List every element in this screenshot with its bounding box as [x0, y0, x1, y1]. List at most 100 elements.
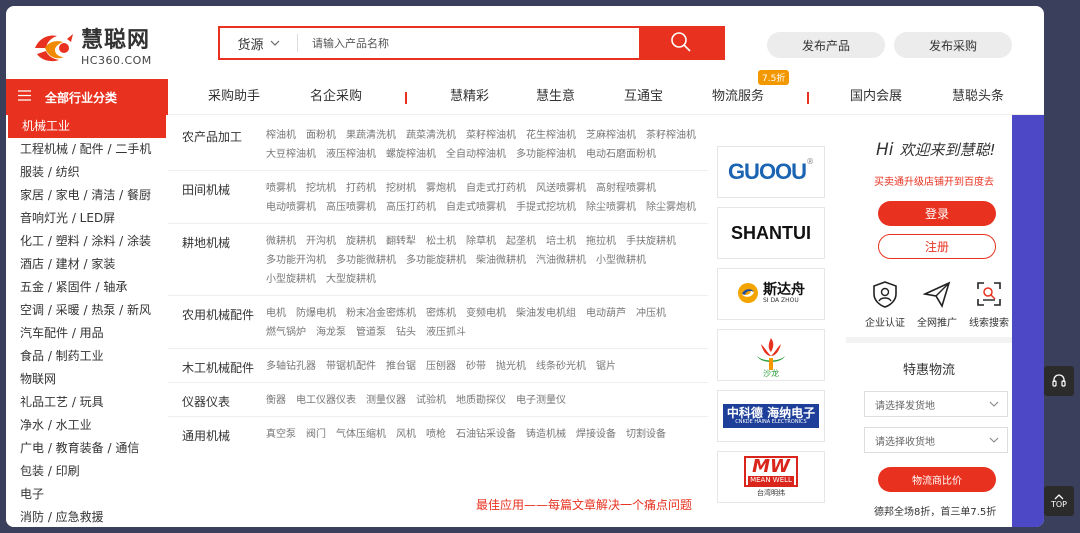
category-link[interactable]: 培土机 — [546, 232, 576, 251]
category-link[interactable]: 密炼机 — [426, 304, 456, 323]
category-link[interactable]: 风机 — [396, 425, 416, 444]
sidebar-item[interactable]: 消防 / 应急救援 — [6, 506, 168, 527]
category-link[interactable]: 手提式挖坑机 — [516, 198, 576, 217]
category-link[interactable]: 拖拉机 — [586, 232, 616, 251]
category-link[interactable]: 电工仪器仪表 — [296, 391, 356, 410]
category-link[interactable]: 电机 — [266, 304, 286, 323]
all-categories-button[interactable]: 全部行业分类 — [6, 79, 168, 115]
category-link[interactable]: 多轴钻孔器 — [266, 357, 316, 376]
category-link[interactable]: 电子测量仪 — [516, 391, 566, 410]
category-link[interactable]: 面粉机 — [306, 126, 336, 145]
category-link[interactable]: 变频电机 — [466, 304, 506, 323]
category-link[interactable]: 自走式喷雾机 — [446, 198, 506, 217]
category-link[interactable]: 电动石磨面粉机 — [586, 145, 656, 164]
search-type-select[interactable]: 货源 — [220, 34, 298, 53]
sidebar-item[interactable]: 工程机械 / 配件 / 二手机 — [6, 138, 168, 161]
category-link[interactable]: 挖坑机 — [306, 179, 336, 198]
sidebar-item[interactable]: 食品 / 制药工业 — [6, 345, 168, 368]
category-link[interactable]: 喷枪 — [426, 425, 446, 444]
category-link[interactable]: 切割设备 — [626, 425, 666, 444]
search-button[interactable] — [639, 28, 723, 58]
category-link[interactable]: 雾炮机 — [426, 179, 456, 198]
category-link[interactable]: 推台锯 — [386, 357, 416, 376]
category-title[interactable]: 木工机械配件 — [168, 357, 266, 376]
sidebar-item[interactable]: 空调 / 采暖 / 热泵 / 新风 — [6, 299, 168, 322]
category-link[interactable]: 大豆榨油机 — [266, 145, 316, 164]
category-link[interactable]: 高压打药机 — [386, 198, 436, 217]
publish-product-button[interactable]: 发布产品 — [767, 32, 885, 58]
category-title[interactable]: 仪器仪表 — [168, 391, 266, 410]
category-link[interactable]: 旋耕机 — [346, 232, 376, 251]
category-link[interactable]: 喷雾机 — [266, 179, 296, 198]
nav-item-exhibitions[interactable]: 国内会展 — [850, 79, 902, 115]
category-link[interactable]: 手扶旋耕机 — [626, 232, 676, 251]
nav-item-hui-shengyi[interactable]: 慧生意 — [536, 79, 575, 115]
category-title[interactable]: 通用机械 — [168, 425, 266, 444]
category-title[interactable]: 农用机械配件 — [168, 304, 266, 342]
category-link[interactable]: 地质勘探仪 — [456, 391, 506, 410]
nav-item-hutongbao[interactable]: 互通宝 — [624, 79, 663, 115]
destination-select[interactable]: 请选择收货地 — [864, 427, 1008, 453]
category-link[interactable]: 真空泵 — [266, 425, 296, 444]
category-link[interactable]: 铸造机械 — [526, 425, 566, 444]
sidebar-item[interactable]: 汽车配件 / 用品 — [6, 322, 168, 345]
category-link[interactable]: 小型旋耕机 — [266, 270, 316, 289]
sidebar-item[interactable]: 服装 / 纺织 — [6, 161, 168, 184]
category-link[interactable]: 翻转犁 — [386, 232, 416, 251]
brand-logo-shantui[interactable]: SHANTUI — [717, 207, 825, 259]
category-link[interactable]: 多功能开沟机 — [266, 251, 326, 270]
login-button[interactable]: 登录 — [878, 201, 996, 226]
back-to-top-button[interactable]: TOP — [1044, 486, 1074, 516]
category-link[interactable]: 大型旋耕机 — [326, 270, 376, 289]
category-link[interactable]: 高射程喷雾机 — [596, 179, 656, 198]
category-link[interactable]: 风送喷雾机 — [536, 179, 586, 198]
category-title[interactable]: 耕地机械 — [168, 232, 266, 289]
category-link[interactable]: 挖树机 — [386, 179, 416, 198]
category-link[interactable]: 微耕机 — [266, 232, 296, 251]
category-link[interactable]: 螺旋榨油机 — [386, 145, 436, 164]
sidebar-item[interactable]: 礼品工艺 / 玩具 — [6, 391, 168, 414]
category-link[interactable]: 茶籽榨油机 — [646, 126, 696, 145]
category-title[interactable]: 田间机械 — [168, 179, 266, 217]
category-link[interactable]: 抛光机 — [496, 357, 526, 376]
brand-logo-shalong[interactable]: 沙龙 — [717, 329, 825, 381]
category-link[interactable]: 松土机 — [426, 232, 456, 251]
category-link[interactable]: 气体压缩机 — [336, 425, 386, 444]
category-link[interactable]: 多功能微耕机 — [336, 251, 396, 270]
category-link[interactable]: 柴油发电机组 — [516, 304, 576, 323]
category-link[interactable]: 电动喷雾机 — [266, 198, 316, 217]
category-link[interactable]: 开沟机 — [306, 232, 336, 251]
sidebar-item[interactable]: 化工 / 塑料 / 涂料 / 涂装 — [6, 230, 168, 253]
category-link[interactable]: 液压榨油机 — [326, 145, 376, 164]
category-link[interactable]: 果蔬清洗机 — [346, 126, 396, 145]
category-link[interactable]: 线条砂光机 — [536, 357, 586, 376]
brand-logo-guoou[interactable]: GUOOU ® — [717, 146, 825, 198]
brand-logo-sidazhou[interactable]: 斯达舟 SI DA ZHOU — [717, 268, 825, 320]
register-button[interactable]: 注册 — [878, 234, 996, 259]
category-link[interactable]: 打药机 — [346, 179, 376, 198]
sidebar-item[interactable]: 酒店 / 建材 / 家装 — [6, 253, 168, 276]
category-link[interactable]: 阀门 — [306, 425, 326, 444]
feature-promotion[interactable]: 全网推广 — [910, 280, 964, 329]
feature-lead-search[interactable]: 线索搜索 — [962, 280, 1016, 329]
sidebar-item[interactable]: 电子 — [6, 483, 168, 506]
category-link[interactable]: 蔬菜清洗机 — [406, 126, 456, 145]
category-link[interactable]: 除草机 — [466, 232, 496, 251]
origin-select[interactable]: 请选择发货地 — [864, 391, 1008, 417]
promo-link[interactable]: 最佳应用——每篇文章解决一个痛点问题 — [476, 496, 692, 513]
category-link[interactable]: 电动葫芦 — [586, 304, 626, 323]
category-link[interactable]: 石油钻采设备 — [456, 425, 516, 444]
customer-service-button[interactable] — [1044, 366, 1074, 396]
sidebar-item[interactable]: 广电 / 教育装备 / 通信 — [6, 437, 168, 460]
category-link[interactable]: 液压抓斗 — [426, 323, 466, 342]
category-link[interactable]: 多功能旋耕机 — [406, 251, 466, 270]
sidebar-item[interactable]: 音响灯光 / LED屏 — [6, 207, 168, 230]
category-link[interactable]: 小型微耕机 — [596, 251, 646, 270]
category-link[interactable]: 柴油微耕机 — [476, 251, 526, 270]
nav-item-headlines[interactable]: 慧聪头条 — [952, 79, 1004, 115]
site-logo[interactable]: 慧聪网 HC360.COM — [31, 26, 171, 70]
category-link[interactable]: 起垄机 — [506, 232, 536, 251]
publish-purchase-button[interactable]: 发布采购 — [894, 32, 1012, 58]
category-link[interactable]: 管道泵 — [356, 323, 386, 342]
category-link[interactable]: 衡器 — [266, 391, 286, 410]
